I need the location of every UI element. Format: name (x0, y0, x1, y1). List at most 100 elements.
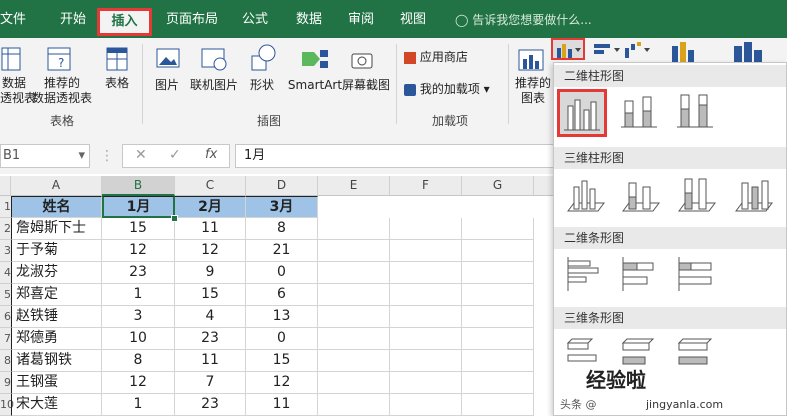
empty-cell[interactable] (318, 218, 390, 240)
column-header-e[interactable]: E (318, 176, 390, 196)
column-header-a[interactable]: A (11, 176, 102, 196)
table-cell[interactable]: 15 (102, 218, 175, 240)
store-button[interactable]: 应用商店 (404, 50, 494, 65)
empty-cell[interactable] (390, 262, 462, 284)
empty-cell[interactable] (318, 372, 390, 394)
empty-cell[interactable] (462, 350, 534, 372)
empty-cell[interactable] (462, 240, 534, 262)
row-header[interactable]: 2 (0, 218, 11, 240)
empty-cell[interactable] (390, 394, 462, 416)
table-button[interactable]: 表格 (100, 76, 134, 91)
table-cell[interactable]: 23 (175, 394, 246, 416)
table-cell[interactable]: 23 (175, 328, 246, 350)
empty-cell[interactable] (318, 328, 390, 350)
waterfall-chart-icon[interactable] (622, 40, 652, 58)
table-cell[interactable]: 于予菊 (11, 240, 102, 262)
formula-input[interactable]: 1月 (235, 144, 555, 168)
3d-100-stacked-bar-option[interactable] (673, 333, 723, 381)
header-cell[interactable]: 1月 (102, 196, 175, 218)
tab-review[interactable]: 审阅 (348, 10, 378, 30)
table-cell[interactable]: 12 (102, 240, 175, 262)
3d-column-option[interactable] (732, 173, 782, 221)
table-cell[interactable]: 13 (246, 306, 318, 328)
map-chart-icon[interactable] (732, 40, 766, 64)
table-cell[interactable]: 11 (175, 218, 246, 240)
table-cell[interactable]: 1 (102, 394, 175, 416)
row-header[interactable]: 1 (0, 196, 11, 218)
column-header-c[interactable]: C (175, 176, 246, 196)
table-cell[interactable]: 8 (102, 350, 175, 372)
shapes-button[interactable]: 形状 (246, 78, 278, 93)
cancel-icon[interactable]: ✕ (135, 147, 147, 163)
table-cell[interactable]: 15 (246, 350, 318, 372)
header-cell[interactable]: 姓名 (11, 196, 102, 218)
empty-cell[interactable] (462, 372, 534, 394)
tab-view[interactable]: 视图 (400, 10, 430, 30)
column-header-g[interactable]: G (462, 176, 534, 196)
insert-function-icon[interactable]: fx (205, 147, 217, 162)
table-cell[interactable]: 7 (175, 372, 246, 394)
tell-me-box[interactable]: ◯ 告诉我您想要做什么... (455, 10, 592, 30)
empty-cell[interactable] (462, 394, 534, 416)
100-stacked-column-option[interactable] (673, 89, 723, 137)
empty-cell[interactable] (390, 350, 462, 372)
my-addins-button[interactable]: 我的加载项 ▾ (404, 82, 514, 97)
row-header[interactable]: 5 (0, 284, 11, 306)
screenshot-button[interactable]: 屏幕截图 (340, 78, 392, 93)
recommended-pivot-button[interactable]: 推荐的 数据透视表 (30, 76, 94, 106)
fill-handle[interactable] (171, 215, 178, 222)
empty-cell[interactable] (318, 306, 390, 328)
table-cell[interactable]: 11 (175, 350, 246, 372)
table-cell[interactable]: 郑德勇 (11, 328, 102, 350)
column-header-b[interactable]: B (102, 176, 175, 196)
picture-button[interactable]: 图片 (150, 78, 184, 93)
header-cell[interactable]: 3月 (246, 196, 318, 218)
table-cell[interactable]: 10 (102, 328, 175, 350)
pivot-table-button[interactable]: 数据 透视表 (0, 76, 36, 106)
table-cell[interactable]: 12 (246, 372, 318, 394)
tab-formulas[interactable]: 公式 (242, 10, 272, 30)
row-header[interactable]: 10 (0, 394, 14, 416)
empty-cell[interactable] (462, 284, 534, 306)
table-cell[interactable]: 龙淑芬 (11, 262, 102, 284)
tab-file[interactable]: 文件 (0, 10, 28, 30)
table-cell[interactable]: 0 (246, 328, 318, 350)
table-cell[interactable]: 12 (102, 372, 175, 394)
row-header[interactable]: 7 (0, 328, 11, 350)
table-cell[interactable]: 3 (102, 306, 175, 328)
table-cell[interactable]: 21 (246, 240, 318, 262)
table-cell[interactable]: 8 (246, 218, 318, 240)
row-header[interactable]: 4 (0, 262, 11, 284)
tab-page-layout[interactable]: 页面布局 (166, 10, 222, 30)
empty-cell[interactable] (462, 262, 534, 284)
empty-cell[interactable] (390, 306, 462, 328)
select-all-corner[interactable] (0, 176, 11, 196)
smartart-button[interactable]: SmartArt (284, 78, 346, 93)
table-cell[interactable]: 23 (102, 262, 175, 284)
empty-cell[interactable] (318, 284, 390, 306)
row-header[interactable]: 8 (0, 350, 11, 372)
empty-cell[interactable] (390, 218, 462, 240)
tab-data[interactable]: 数据 (296, 10, 326, 30)
recommended-charts-button[interactable]: 推荐的 图表 (510, 76, 556, 106)
3d-stacked-column-option[interactable] (617, 173, 667, 221)
row-header[interactable]: 9 (0, 372, 11, 394)
empty-cell[interactable] (390, 372, 462, 394)
tab-home[interactable]: 开始 (60, 10, 90, 30)
name-box[interactable]: B1 ▾ (0, 144, 90, 168)
empty-cell[interactable] (390, 328, 462, 350)
empty-cell[interactable] (318, 262, 390, 284)
clustered-column-option[interactable] (557, 89, 607, 137)
empty-cell[interactable] (390, 284, 462, 306)
empty-cell[interactable] (318, 350, 390, 372)
clustered-bar-option[interactable] (562, 253, 612, 301)
100-stacked-bar-option[interactable] (673, 253, 723, 301)
table-cell[interactable]: 11 (246, 394, 318, 416)
empty-cell[interactable] (318, 240, 390, 262)
empty-cell[interactable] (462, 218, 534, 240)
hierarchy-chart-icon[interactable] (592, 40, 622, 58)
table-cell[interactable]: 9 (175, 262, 246, 284)
chevron-down-icon[interactable]: ▾ (78, 145, 85, 167)
header-cell[interactable]: 2月 (175, 196, 246, 218)
enter-icon[interactable]: ✓ (169, 147, 181, 163)
